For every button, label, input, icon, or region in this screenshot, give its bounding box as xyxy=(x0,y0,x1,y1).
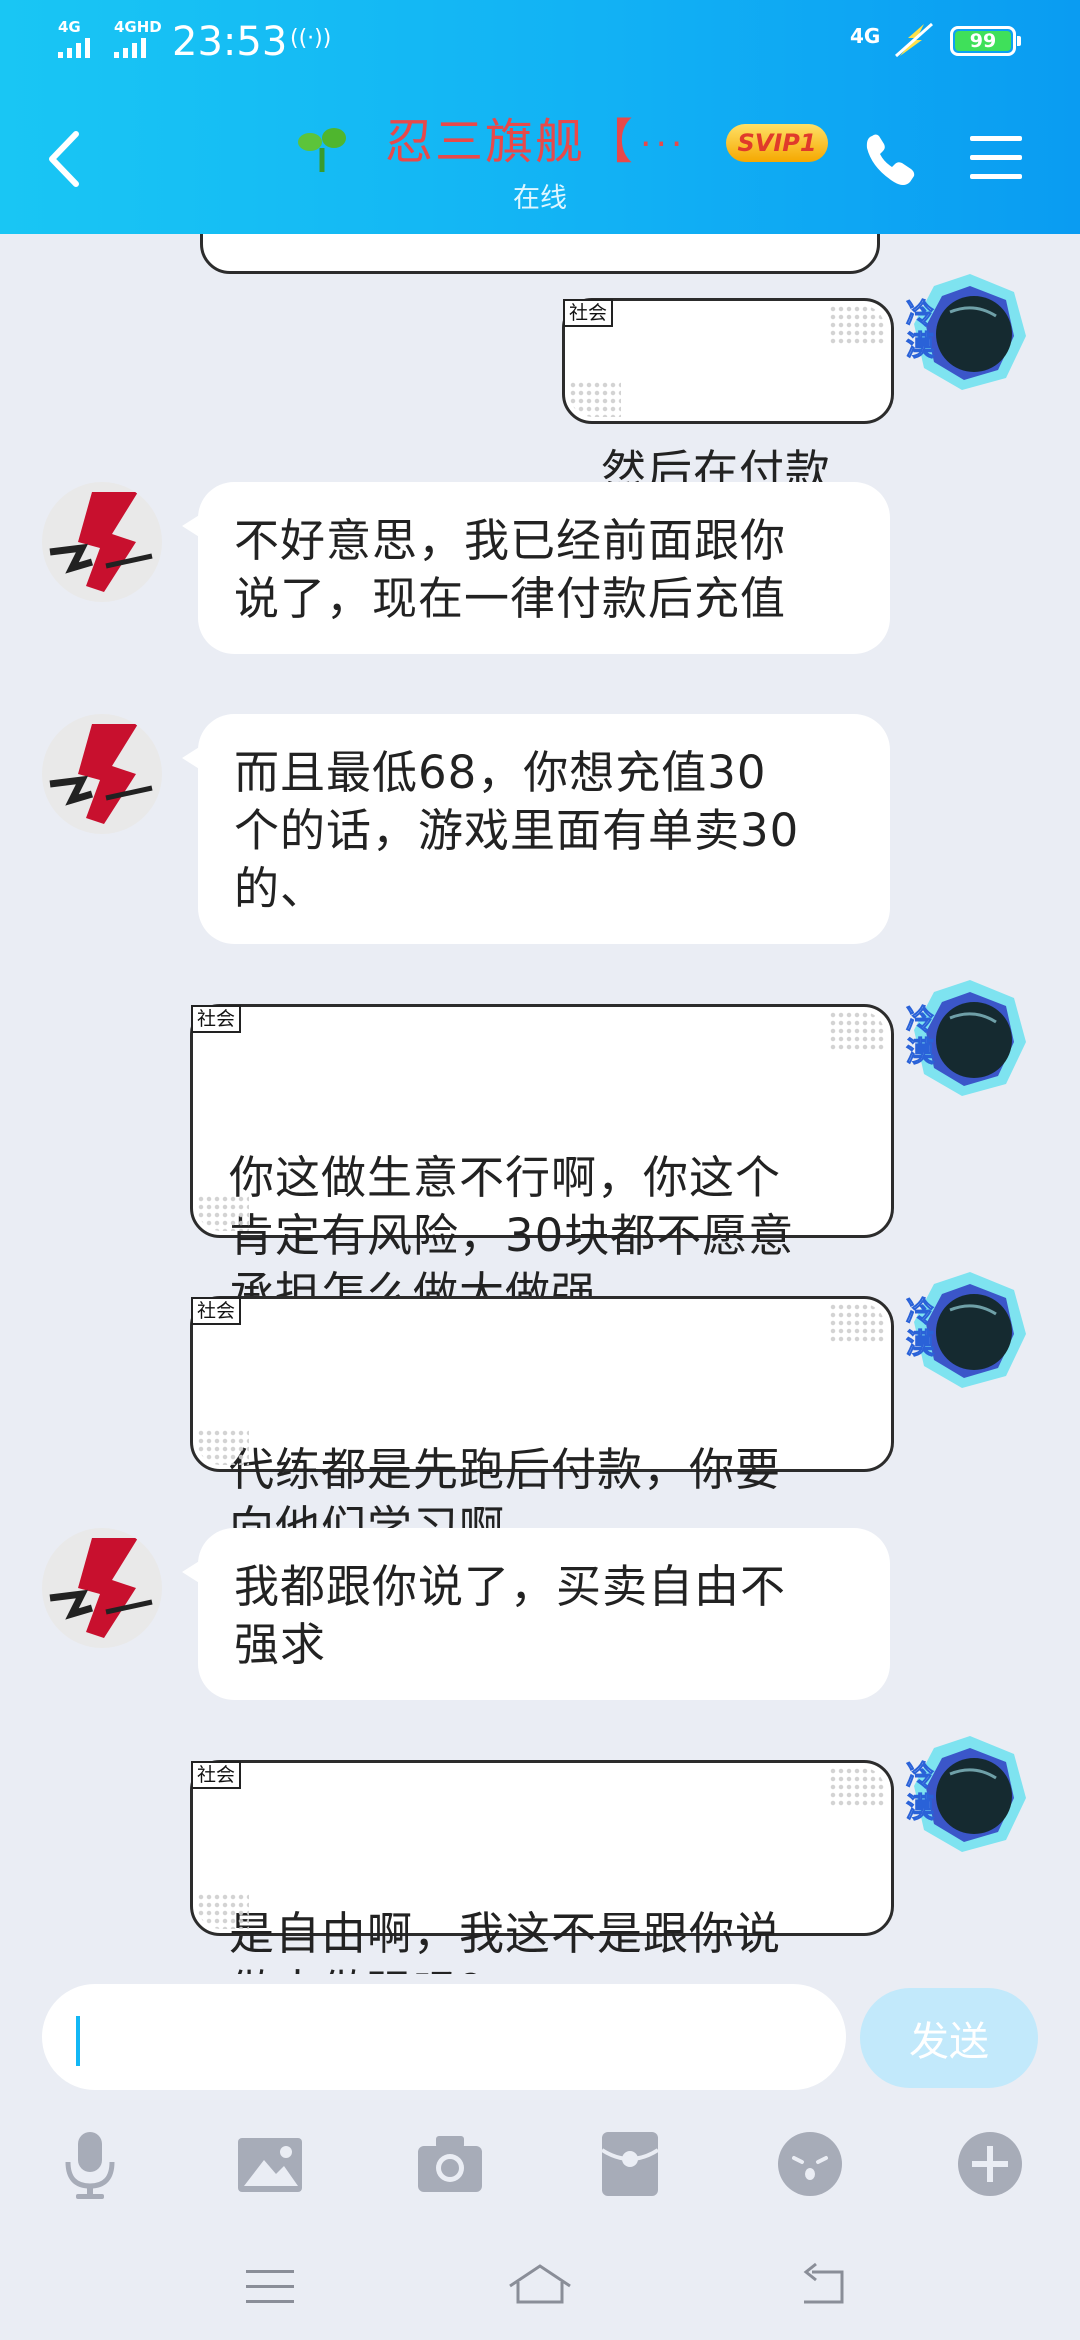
sim2-signal-bars-icon xyxy=(114,38,146,58)
message-bubble-incoming[interactable]: 我都跟你说了，买卖自由不 强求 xyxy=(198,1528,890,1700)
plus-icon[interactable] xyxy=(954,2128,1026,2200)
network-label: 4G xyxy=(850,24,881,48)
charging-bolt-icon xyxy=(895,22,933,58)
image-icon[interactable] xyxy=(234,2128,306,2200)
my-avatar[interactable]: 冷漠 xyxy=(906,978,1030,1098)
message-input[interactable] xyxy=(42,1984,846,2090)
ninja-logo-icon xyxy=(42,482,162,602)
home-icon[interactable] xyxy=(508,2256,572,2316)
sim1-label: 4G xyxy=(58,18,81,36)
my-avatar[interactable]: 冷漠 xyxy=(906,1734,1030,1854)
message-bubble-incoming[interactable]: 而且最低68，你想充值30 个的话，游戏里面有单卖30 的、 xyxy=(198,714,890,944)
contact-avatar[interactable] xyxy=(42,714,162,834)
microphone-icon[interactable] xyxy=(54,2128,126,2200)
contact-name-overflow: ··· xyxy=(640,124,687,165)
contact-avatar[interactable] xyxy=(42,1528,162,1648)
message-tag: 社会 xyxy=(191,1005,242,1033)
ninja-logo-icon xyxy=(42,714,162,834)
my-avatar[interactable]: 冷漠 xyxy=(906,1270,1030,1390)
message-tag: 社会 xyxy=(191,1761,242,1789)
menu-icon[interactable] xyxy=(968,132,1024,184)
online-status: 在线 xyxy=(513,183,567,214)
composer: 发送 xyxy=(0,1974,1080,2340)
avatar-label: 冷漠 xyxy=(906,297,935,362)
message-text: 是自由啊，我这不是跟你说 做大做强吗？ xyxy=(229,1907,782,1974)
system-navigation-bar xyxy=(0,2236,1080,2340)
camera-icon[interactable] xyxy=(414,2128,486,2200)
nav-bar: 忍三旗舰【 ··· SVIP1 在线 xyxy=(0,84,1080,234)
avatar-label: 冷漠 xyxy=(906,1759,935,1824)
message-bubble-outgoing[interactable]: 社会 你这做生意不行啊，你这个 肯定有风险，30块都不愿意 承担怎么做大做强。 xyxy=(190,1004,894,1320)
contact-name[interactable]: 忍三旗舰【 xyxy=(385,112,635,172)
sim2-label: 4GHD xyxy=(114,18,162,36)
message-text: 你这做生意不行啊，你这个 肯定有风险，30块都不愿意 承担怎么做大做强。 xyxy=(229,1151,795,1320)
chat-header: 4G 4GHD 23:53 ((·)) 4G 99 忍三旗舰【 ··· SVIP… xyxy=(0,0,1080,234)
message-bubble-outgoing[interactable]: 社会 然后在付款 xyxy=(562,298,894,498)
text-cursor xyxy=(76,2016,80,2066)
emoji-icon[interactable] xyxy=(774,2128,846,2200)
clock: 23:53 xyxy=(172,19,288,65)
sim1-signal-bars-icon xyxy=(58,38,90,58)
composer-toolbar xyxy=(0,2120,1080,2206)
ninja-logo-icon xyxy=(42,1528,162,1648)
avatar-label: 冷漠 xyxy=(906,1295,935,1360)
battery-level: 99 xyxy=(955,31,1011,51)
avatar-label: 冷漠 xyxy=(906,1003,935,1068)
sprout-icon xyxy=(298,128,346,172)
recents-icon[interactable] xyxy=(240,2256,300,2316)
previous-message-bubble[interactable] xyxy=(200,234,880,274)
back-icon[interactable] xyxy=(792,2256,852,2316)
battery-icon: 99 xyxy=(950,26,1021,56)
message-bubble-outgoing[interactable]: 社会 是自由啊，我这不是跟你说 做大做强吗？ xyxy=(190,1760,894,1974)
vibrate-icon: ((·)) xyxy=(290,26,332,51)
message-bubble-outgoing[interactable]: 社会 代练都是先跑后付款，你要 向他们学习啊。 xyxy=(190,1296,894,1554)
send-button[interactable]: 发送 xyxy=(860,1988,1038,2088)
message-tag: 社会 xyxy=(191,1297,242,1325)
svip-badge[interactable]: SVIP1 xyxy=(726,124,828,162)
message-tag: 社会 xyxy=(563,299,614,327)
status-bar: 4G 4GHD 23:53 ((·)) 4G 99 xyxy=(0,0,1080,84)
red-packet-icon[interactable] xyxy=(594,2128,666,2200)
message-list[interactable]: 社会 然后在付款 冷漠 不好意思，我已经前面跟你 说了，现在一律付款后充值 而且… xyxy=(0,234,1080,1974)
message-bubble-incoming[interactable]: 不好意思，我已经前面跟你 说了，现在一律付款后充值 xyxy=(198,482,890,654)
phone-icon[interactable] xyxy=(862,130,918,190)
contact-avatar[interactable] xyxy=(42,482,162,602)
my-avatar[interactable]: 冷漠 xyxy=(906,272,1030,392)
